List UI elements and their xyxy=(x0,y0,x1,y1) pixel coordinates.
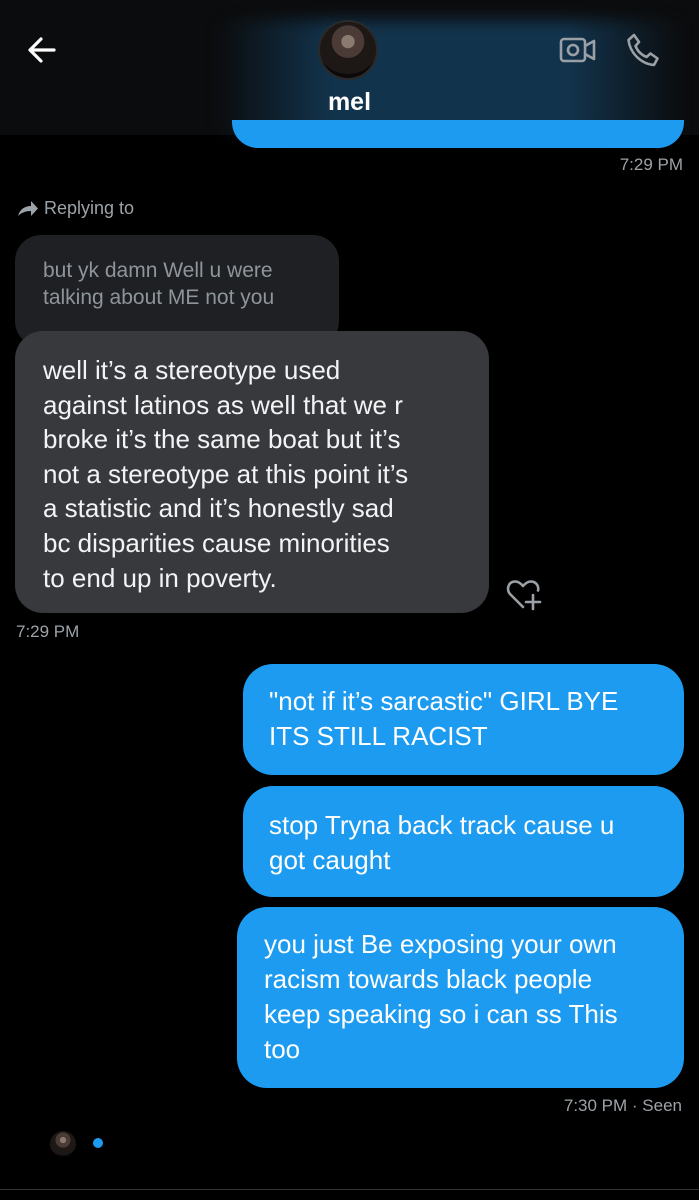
received-message[interactable]: well it’s a stereotype used against lati… xyxy=(15,331,489,613)
chat-header: mel xyxy=(0,0,699,148)
sent-message[interactable]: you just Be exposing your own racism tow… xyxy=(237,907,684,1088)
reply-label: Replying to xyxy=(44,198,135,218)
quoted-message-text: but yk damn Well u were talking about ME… xyxy=(43,259,275,309)
divider xyxy=(0,1189,699,1190)
received-message-text: well it’s a stereotype used against lati… xyxy=(43,355,409,593)
sent-message[interactable]: stop Tryna back track cause u got caught xyxy=(243,786,684,897)
arrow-left-icon[interactable] xyxy=(22,30,62,70)
message-timestamp: 7:29 PM xyxy=(619,155,683,174)
seen-label: · Seen xyxy=(631,1096,682,1115)
reply-indicator: Replying to xyxy=(16,198,134,219)
sent-timestamp: 7:30 PM xyxy=(563,1096,628,1115)
typing-avatar xyxy=(50,1131,76,1157)
add-reaction-icon[interactable] xyxy=(505,576,543,612)
reply-arrow-icon xyxy=(18,200,38,216)
sent-message-text: stop Tryna back track cause u got caught xyxy=(269,810,615,875)
previous-sent-bubble[interactable] xyxy=(232,120,684,148)
sent-message-text: "not if it’s sarcastic" GIRL BYE ITS STI… xyxy=(269,686,619,751)
phone-icon[interactable] xyxy=(622,30,664,70)
sent-message-text: you just Be exposing your own racism tow… xyxy=(264,929,618,1064)
sent-message[interactable]: "not if it’s sarcastic" GIRL BYE ITS STI… xyxy=(243,664,684,775)
video-camera-icon[interactable] xyxy=(558,32,598,68)
contact-name[interactable]: mel xyxy=(0,88,699,117)
typing-indicator-dot xyxy=(93,1138,103,1148)
read-receipt: 7:30 PM · Seen xyxy=(564,1096,682,1116)
message-timestamp: 7:29 PM xyxy=(16,622,80,641)
avatar[interactable] xyxy=(318,20,378,80)
blurred-redaction xyxy=(215,20,685,135)
